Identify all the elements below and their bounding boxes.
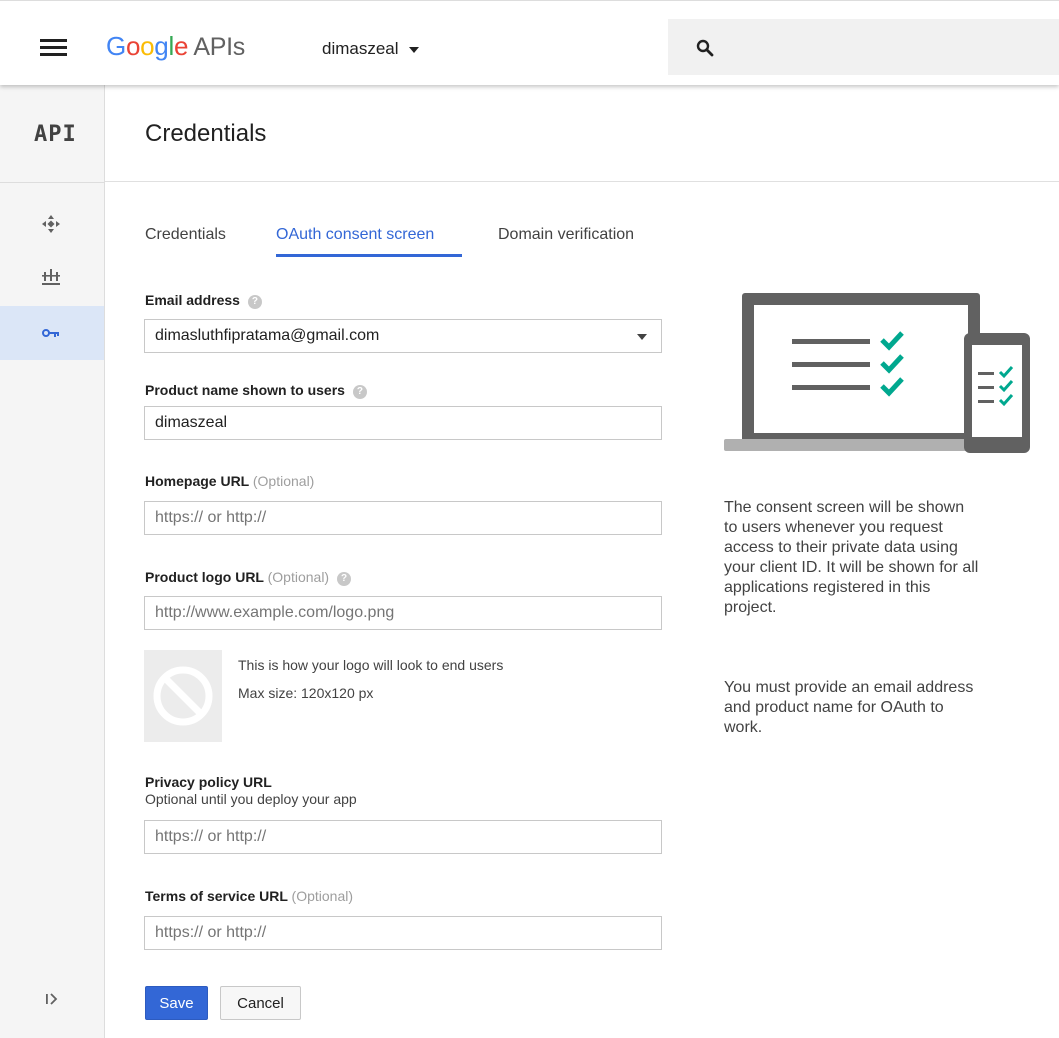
chevron-down-icon [408,46,419,53]
tab-domain-verification[interactable]: Domain verification [498,226,634,244]
privacy-input[interactable] [145,821,661,853]
consent-screen-illustration [724,293,1030,453]
oauth-requirement-paragraph: You must provide an email address and pr… [724,678,1044,738]
logo-url-label: Product logo URL (Optional)? [145,569,352,586]
diamond-arrows-icon [42,215,60,233]
key-icon [42,329,59,337]
terms-field[interactable] [144,916,662,950]
product-name-label-text: Product name shown to users [145,382,345,398]
dropdown-arrow-icon [637,334,647,340]
info-line: The consent screen will be shown [724,499,965,516]
no-image-icon [153,666,213,726]
info-line: project. [724,599,777,616]
help-icon[interactable]: ? [352,385,367,399]
library-icon [42,269,60,285]
project-selector[interactable]: dimaszeal [322,39,419,59]
tab-oauth-consent-screen[interactable]: OAuth consent screen [276,226,434,244]
help-icon[interactable]: ? [337,572,352,586]
email-select-value: dimasluthfipratama@gmail.com [155,327,380,344]
page-title: Credentials [145,120,267,147]
terms-label-text: Terms of service URL [145,888,288,904]
info-line: access to their private data using [724,539,958,556]
sidebar-item-credentials[interactable] [0,306,104,360]
logo-preview-caption: This is how your logo will look to end u… [238,657,504,673]
logo-max-size: Max size: 120x120 px [238,685,374,701]
help-icon[interactable]: ? [247,295,262,309]
consent-info-paragraph: The consent screen will be shown to user… [724,498,1044,618]
email-select[interactable]: dimasluthfipratama@gmail.com [144,319,662,353]
homepage-field[interactable] [144,501,662,535]
top-app-bar: Google APIs dimaszeal [0,0,1059,85]
search-icon [696,39,714,57]
homepage-label: Homepage URL (Optional) [145,473,314,489]
active-tab-indicator [276,254,462,257]
tab-credentials[interactable]: Credentials [145,226,226,244]
search-bar[interactable] [668,19,1059,75]
sidebar-item-library[interactable] [0,252,104,306]
save-button[interactable]: Save [145,986,208,1020]
cancel-button[interactable]: Cancel [220,986,301,1020]
brand-google: Google [106,31,189,61]
info-line: applications registered in this [724,579,931,596]
info-line: to users whenever you request [724,519,943,536]
product-name-field[interactable] [144,406,662,440]
sidebar: API [0,84,105,1038]
homepage-label-text: Homepage URL [145,473,249,489]
optional-hint: (Optional) [267,569,330,585]
product-name-label: Product name shown to users? [145,382,367,399]
logo-url-input[interactable] [145,597,661,629]
optional-hint: (Optional) [291,888,354,904]
product-name-input[interactable] [145,407,661,439]
api-logo: API [34,122,77,147]
privacy-field[interactable] [144,820,662,854]
logo-preview [144,650,222,742]
privacy-label: Privacy policy URL [145,774,272,790]
info-line: and product name for OAuth to [724,699,944,716]
menu-icon[interactable] [40,39,67,57]
expand-icon[interactable] [45,992,59,1006]
terms-label: Terms of service URL (Optional) [145,888,353,904]
homepage-input[interactable] [145,502,661,534]
project-name: dimaszeal [322,39,399,58]
email-label: Email address? [145,292,262,309]
info-line: You must provide an email address [724,679,974,696]
email-label-text: Email address [145,292,240,308]
sidebar-divider [0,182,104,183]
info-line: your client ID. It will be shown for all [724,559,979,576]
sidebar-item-dashboard[interactable] [0,198,104,252]
header-divider [105,181,1059,182]
terms-input[interactable] [145,917,661,949]
optional-hint: (Optional) [252,473,315,489]
logo-url-label-text: Product logo URL [145,569,264,585]
logo-url-field[interactable] [144,596,662,630]
brand-apis: APIs [188,33,245,61]
info-line: work. [724,719,763,736]
google-apis-logo[interactable]: Google APIs [106,29,245,64]
privacy-sublabel: Optional until you deploy your app [145,791,357,807]
